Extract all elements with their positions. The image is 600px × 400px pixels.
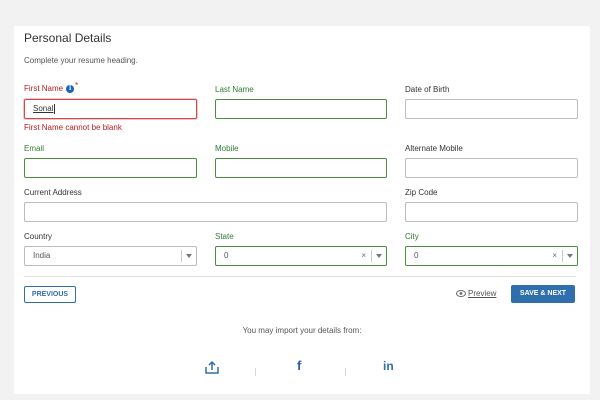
- country-select[interactable]: India: [24, 246, 197, 266]
- email-label: Email: [24, 144, 45, 153]
- preview-label: Preview: [468, 289, 497, 298]
- linkedin-icon[interactable]: in: [383, 359, 394, 373]
- country-value: India: [33, 251, 51, 260]
- text-caret: [54, 103, 56, 114]
- icon-separator: [345, 368, 346, 376]
- eye-icon: [456, 290, 466, 298]
- divider: [24, 276, 576, 277]
- state-select[interactable]: 0 ×: [215, 246, 387, 266]
- chevron-down-icon[interactable]: [186, 254, 192, 258]
- first-name-label-text: First Name: [24, 84, 64, 93]
- mobile-input[interactable]: [215, 158, 387, 178]
- page-title: Personal Details: [24, 31, 112, 45]
- dob-input[interactable]: [405, 99, 578, 119]
- required-mark: *: [75, 81, 79, 90]
- first-name-error: First Name cannot be blank: [24, 123, 122, 132]
- select-divider: [562, 250, 563, 262]
- personal-details-card: Personal Details Complete your resume he…: [14, 26, 590, 394]
- page-subtitle: Complete your resume heading.: [24, 56, 138, 65]
- first-name-input[interactable]: Sonal: [24, 99, 197, 119]
- save-next-button[interactable]: SAVE & NEXT: [511, 285, 575, 303]
- facebook-icon[interactable]: f: [297, 358, 301, 373]
- alt-mobile-label: Alternate Mobile: [405, 144, 463, 153]
- city-label: City: [405, 232, 419, 241]
- city-select[interactable]: 0 ×: [405, 246, 578, 266]
- mobile-label: Mobile: [215, 144, 239, 153]
- first-name-value: Sonal: [33, 104, 54, 113]
- select-divider: [371, 250, 372, 262]
- state-label: State: [215, 232, 234, 241]
- country-label: Country: [24, 232, 53, 241]
- info-icon[interactable]: i: [66, 84, 75, 93]
- clear-icon[interactable]: ×: [361, 247, 366, 265]
- dob-label: Date of Birth: [405, 85, 450, 94]
- zip-label: Zip Code: [405, 188, 438, 197]
- email-input[interactable]: [24, 158, 197, 178]
- upload-icon[interactable]: [204, 360, 220, 380]
- clear-icon[interactable]: ×: [552, 247, 557, 265]
- first-name-label: First Name i *: [24, 81, 79, 93]
- city-value: 0: [414, 251, 419, 260]
- address-input[interactable]: [24, 202, 387, 222]
- state-value: 0: [224, 251, 229, 260]
- alt-mobile-input[interactable]: [405, 158, 578, 178]
- import-message: You may import your details from:: [242, 326, 362, 335]
- chevron-down-icon[interactable]: [567, 254, 573, 258]
- preview-link[interactable]: Preview: [456, 289, 496, 298]
- address-label: Current Address: [24, 188, 82, 197]
- last-name-input[interactable]: [215, 99, 387, 119]
- previous-button[interactable]: PREVIOUS: [24, 286, 76, 303]
- last-name-label: Last Name: [215, 85, 254, 94]
- icon-separator: [255, 368, 256, 376]
- zip-input[interactable]: [405, 202, 578, 222]
- select-divider: [181, 250, 182, 262]
- chevron-down-icon[interactable]: [376, 254, 382, 258]
